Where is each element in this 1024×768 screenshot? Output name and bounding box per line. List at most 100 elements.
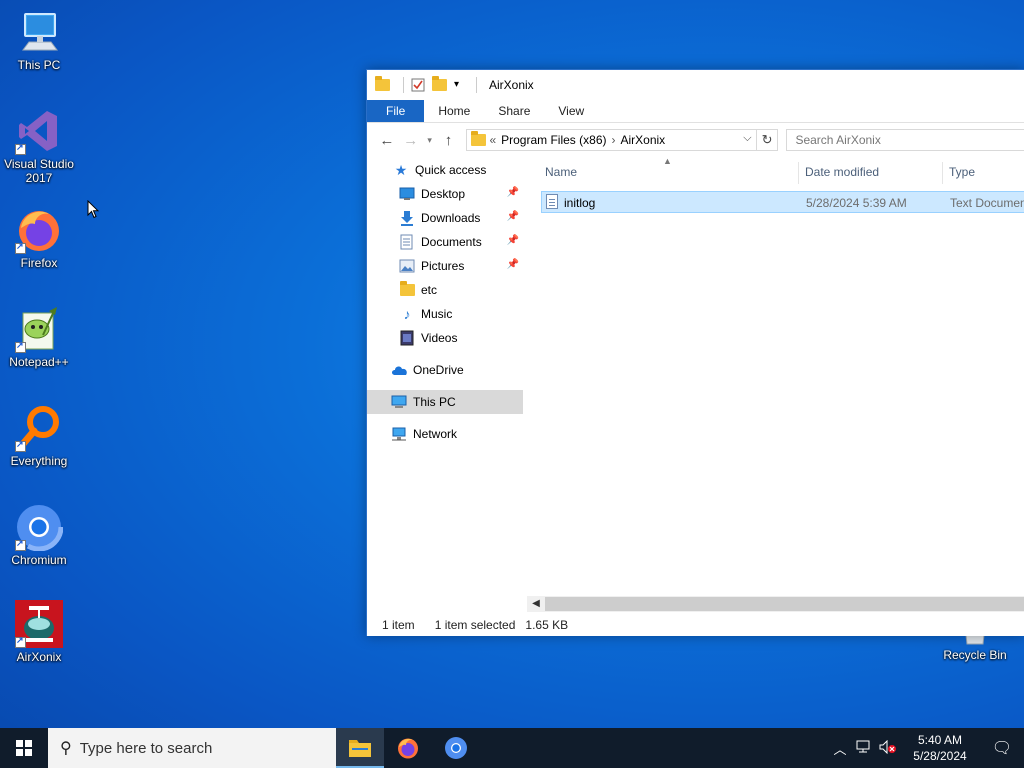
network-status-icon[interactable] xyxy=(852,740,876,757)
column-header-name[interactable]: Name xyxy=(545,165,577,179)
navigation-pane: ★ Quick access Desktop 📌 Downloads 📌 Doc… xyxy=(367,158,523,598)
nav-item-quick-access[interactable]: ★ Quick access xyxy=(367,158,523,182)
system-tray: ︿ 5:40 AM 5/28/2024 🗨 xyxy=(828,728,1024,768)
title-bar[interactable]: ▾ AirXonix xyxy=(367,70,1024,100)
desktop-icon-everything[interactable]: Everything xyxy=(0,404,78,468)
column-divider[interactable] xyxy=(798,162,799,184)
folder-icon xyxy=(399,281,415,298)
taskbar-file-explorer[interactable] xyxy=(336,728,384,768)
horizontal-scrollbar[interactable]: ◀ xyxy=(527,596,1024,612)
address-bar[interactable]: « Program Files (x86) › AirXonix ⌵ xyxy=(466,129,757,151)
status-item-count: 1 item xyxy=(382,618,415,632)
address-dropdown-chevron-icon[interactable]: ⌵ xyxy=(743,132,751,145)
desktop-icon-airxonix[interactable]: AirXonix xyxy=(0,600,78,664)
taskbar: ⚲ Type here to search ︿ 5:40 AM 5/28/202… xyxy=(0,728,1024,768)
breadcrumb-chevron-icon[interactable]: › xyxy=(611,133,615,147)
taskbar-search-box[interactable]: ⚲ Type here to search xyxy=(48,728,336,768)
nav-label: Videos xyxy=(421,331,458,345)
recent-locations-chevron-icon[interactable]: ▾ xyxy=(423,135,437,146)
search-input[interactable]: Search AirXonix xyxy=(786,129,1024,151)
column-header-date-modified[interactable]: Date modified xyxy=(805,165,879,179)
nav-item-onedrive[interactable]: OneDrive xyxy=(367,358,523,382)
sort-ascending-icon: ▲ xyxy=(663,156,672,166)
nav-item-etc[interactable]: etc xyxy=(367,278,523,302)
file-date-modified: 5/28/2024 5:39 AM xyxy=(806,196,907,210)
scrollbar-thumb[interactable] xyxy=(545,597,1024,611)
back-arrow-icon[interactable]: ← xyxy=(375,132,399,149)
show-hidden-icons-chevron-icon[interactable]: ︿ xyxy=(828,739,852,758)
desktop-icon-visual-studio[interactable]: Visual Studio 2017 xyxy=(0,107,78,185)
nav-item-pictures[interactable]: Pictures 📌 xyxy=(367,254,523,278)
nav-item-desktop[interactable]: Desktop 📌 xyxy=(367,182,523,206)
network-icon xyxy=(391,426,407,442)
desktop-icon-label: Recycle Bin xyxy=(943,648,1007,662)
desktop-icon-chromium[interactable]: Chromium xyxy=(0,502,78,567)
computer-icon xyxy=(391,394,407,410)
nav-label: OneDrive xyxy=(413,363,464,377)
divider xyxy=(476,77,477,93)
desktop-icon-notepadpp[interactable]: Notepad++ xyxy=(0,305,78,369)
shortcut-arrow-icon xyxy=(15,340,26,353)
desktop-icon-this-pc[interactable]: This PC xyxy=(0,8,78,72)
up-arrow-icon[interactable]: ↑ xyxy=(437,132,461,149)
column-divider[interactable] xyxy=(942,162,943,184)
nav-label: Documents xyxy=(421,235,482,249)
nav-item-downloads[interactable]: Downloads 📌 xyxy=(367,206,523,230)
column-header-type[interactable]: Type xyxy=(949,165,975,179)
volume-muted-icon[interactable] xyxy=(876,739,900,757)
nav-label: Downloads xyxy=(421,211,481,225)
refresh-icon[interactable]: ↻ xyxy=(756,129,779,151)
desktop-icon-label: This PC xyxy=(17,58,61,72)
breadcrumb-overflow[interactable]: « xyxy=(489,133,496,147)
taskbar-firefox[interactable] xyxy=(384,728,432,768)
nav-label: etc xyxy=(421,283,438,297)
tab-home[interactable]: Home xyxy=(424,100,484,122)
nav-item-music[interactable]: ♪ Music xyxy=(367,302,523,326)
taskbar-clock[interactable]: 5:40 AM 5/28/2024 xyxy=(900,732,980,764)
nav-label: Quick access xyxy=(415,163,487,177)
computer-icon xyxy=(15,8,63,56)
shortcut-arrow-icon xyxy=(15,142,26,155)
nav-item-videos[interactable]: Videos xyxy=(367,326,523,350)
customize-toolbar-chevron-icon[interactable]: ▾ xyxy=(454,77,464,93)
pin-icon[interactable]: 📌 xyxy=(507,187,519,198)
notepadpp-icon xyxy=(15,305,63,353)
nav-item-network[interactable]: Network xyxy=(367,422,523,446)
start-button[interactable] xyxy=(0,728,48,768)
pin-icon[interactable]: 📌 xyxy=(507,259,519,270)
nav-item-this-pc[interactable]: This PC xyxy=(367,390,523,414)
taskbar-chromium[interactable] xyxy=(432,728,480,768)
action-center-icon[interactable]: 🗨 xyxy=(980,738,1024,758)
tab-share[interactable]: Share xyxy=(484,100,544,122)
folder-icon xyxy=(375,76,391,93)
new-folder-icon[interactable] xyxy=(432,76,448,93)
star-icon: ★ xyxy=(394,161,408,178)
desktop-icon-firefox[interactable]: Firefox xyxy=(0,206,78,270)
tab-file[interactable]: File xyxy=(367,100,425,122)
search-icon: ⚲ xyxy=(60,740,72,757)
tab-view[interactable]: View xyxy=(544,100,598,122)
shortcut-arrow-icon xyxy=(15,439,26,452)
pictures-icon xyxy=(399,258,415,274)
video-icon xyxy=(399,330,415,346)
properties-icon[interactable] xyxy=(410,77,426,93)
nav-item-documents[interactable]: Documents 📌 xyxy=(367,230,523,254)
nav-label: Music xyxy=(421,307,453,321)
file-explorer-icon xyxy=(349,740,371,757)
scroll-left-arrow-icon[interactable]: ◀ xyxy=(529,596,543,612)
everything-search-icon xyxy=(15,404,63,452)
breadcrumb-program-files[interactable]: Program Files (x86) xyxy=(501,133,606,147)
chromium-icon xyxy=(445,737,467,759)
breadcrumb-airxonix[interactable]: AirXonix xyxy=(620,133,665,147)
pin-icon[interactable]: 📌 xyxy=(507,235,519,246)
pin-icon[interactable]: 📌 xyxy=(507,211,519,222)
file-type: Text Document xyxy=(950,196,1024,210)
desktop-icon-label: Chromium xyxy=(11,553,67,567)
windows-logo-icon xyxy=(16,740,32,756)
visual-studio-icon xyxy=(15,107,63,155)
clock-time: 5:40 AM xyxy=(917,733,963,747)
forward-arrow-icon[interactable]: → xyxy=(399,132,423,149)
taskbar-search-placeholder: Type here to search xyxy=(79,739,213,757)
firefox-icon xyxy=(15,206,63,254)
file-row-initlog[interactable]: initlog 5/28/2024 5:39 AM Text Document xyxy=(541,191,1024,213)
